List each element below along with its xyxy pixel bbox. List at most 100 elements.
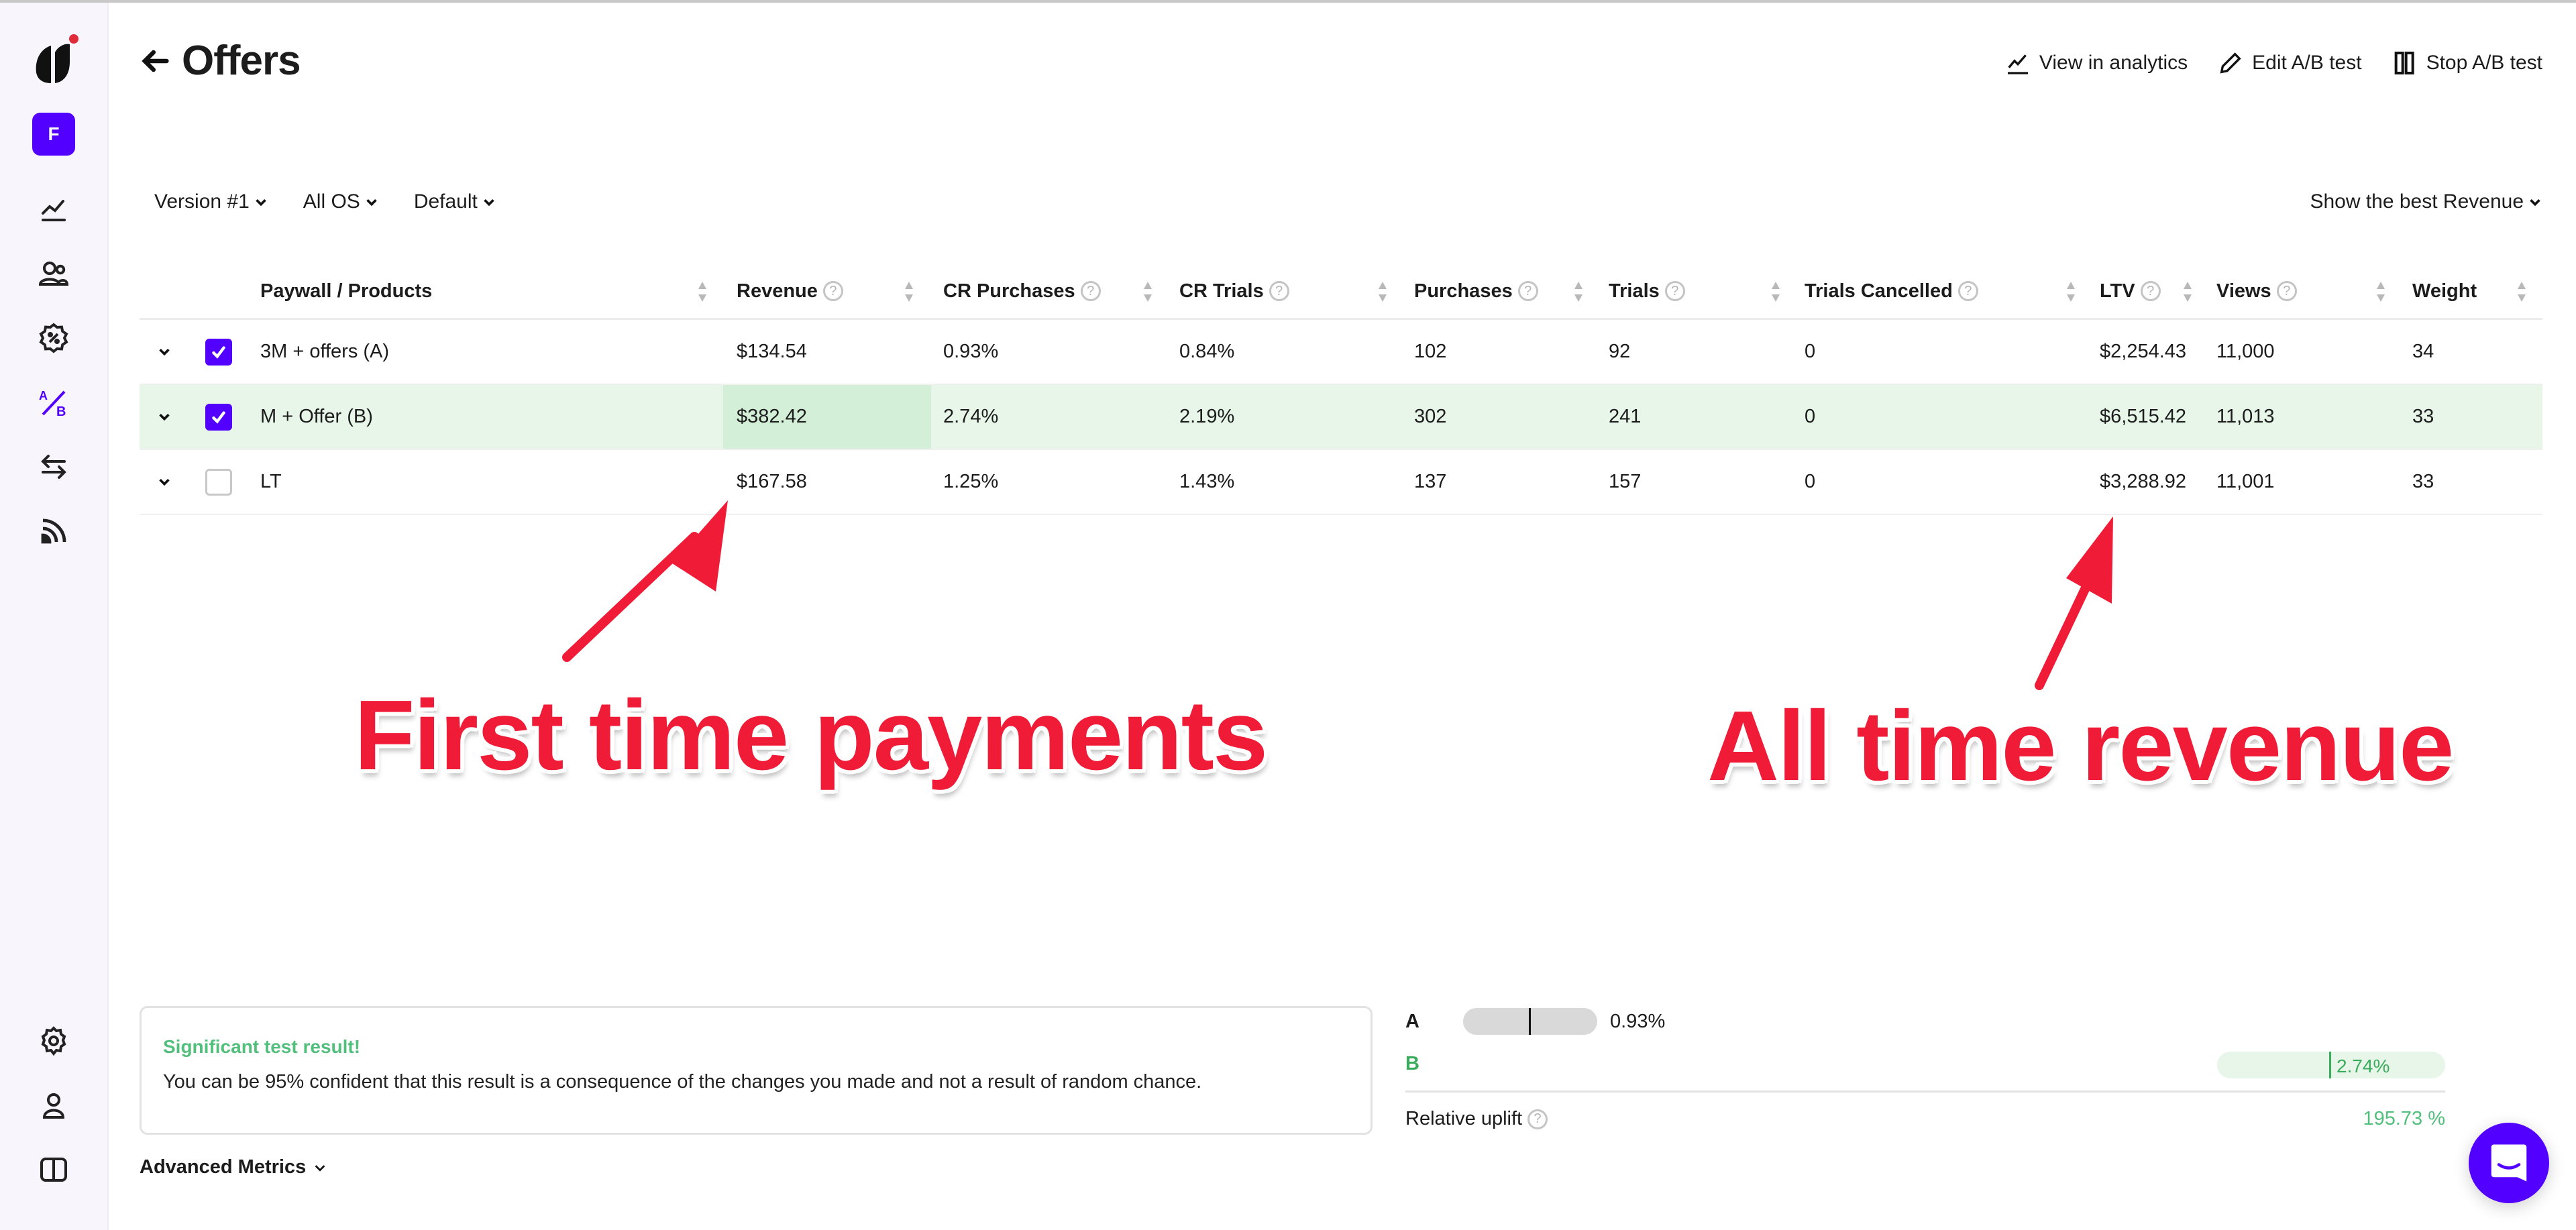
cell-cr-trials: 0.84% xyxy=(1179,341,1235,362)
user-icon xyxy=(42,1093,65,1119)
column-header[interactable]: Trials Cancelled? xyxy=(1805,264,1978,318)
table-row[interactable]: 3M + offers (A) $134.54 0.93% 0.84% 102 92 0 $2… xyxy=(140,320,2542,385)
sort-icon[interactable] xyxy=(1771,280,1780,303)
significance-card: Significant test result! You can be 95% … xyxy=(140,1006,1373,1135)
column-header[interactable]: Trials? xyxy=(1609,264,1685,318)
relative-uplift-value: 195.73 % xyxy=(2363,1108,2445,1129)
column-header-label: CR Trials xyxy=(1179,280,1264,302)
sidebar-item-analytics[interactable] xyxy=(34,189,74,229)
chevron-down-icon xyxy=(484,199,494,207)
help-icon[interactable]: ? xyxy=(1269,281,1289,301)
version-dropdown-value: Version #1 xyxy=(154,190,250,213)
help-icon[interactable]: ? xyxy=(2140,281,2161,301)
help-icon[interactable]: ? xyxy=(1957,281,1978,301)
column-header[interactable]: Weight xyxy=(2412,264,2477,318)
sidebar-item-docs[interactable] xyxy=(34,1150,74,1190)
cell-ltv: $6,515.42 xyxy=(2100,406,2187,427)
sort-icon[interactable] xyxy=(1574,280,1583,303)
variant-b-bar: 2.74% xyxy=(2217,1052,2445,1078)
variant-b-value: 2.74% xyxy=(2337,1056,2390,1076)
expand-chevron-icon[interactable] xyxy=(157,409,172,424)
relative-uplift-label: Relative uplift xyxy=(1405,1108,1523,1129)
sort-icon[interactable] xyxy=(2517,280,2526,303)
pencil-icon xyxy=(2220,52,2241,74)
column-header[interactable]: Views? xyxy=(2216,264,2297,318)
sidebar-item-transactions[interactable] xyxy=(34,447,74,487)
sort-icon[interactable] xyxy=(2376,280,2385,303)
chevron-down-icon xyxy=(366,199,377,207)
edit-ab-test-label: Edit A/B test xyxy=(2252,52,2362,74)
cell-ltv: $3,288.92 xyxy=(2100,471,2187,492)
row-checkbox[interactable] xyxy=(205,339,232,366)
help-icon[interactable]: ? xyxy=(1527,1109,1548,1129)
column-header-label: Trials xyxy=(1609,280,1660,302)
filters-bar: Version #1 All OS Default xyxy=(154,190,496,213)
os-dropdown[interactable]: All OS xyxy=(303,190,379,213)
column-header[interactable]: Purchases? xyxy=(1414,264,1538,318)
help-icon[interactable]: ? xyxy=(2276,281,2297,301)
cell-trials: 92 xyxy=(1609,341,1631,362)
view-in-analytics-button[interactable]: View in analytics xyxy=(2004,50,2188,76)
column-header[interactable]: Revenue? xyxy=(737,264,843,318)
sidebar-item-ab-tests[interactable]: AB xyxy=(34,382,74,423)
cell-cr-trials: 2.19% xyxy=(1179,406,1235,427)
cell-trials-cancelled: 0 xyxy=(1805,341,1816,362)
sort-icon[interactable] xyxy=(904,280,914,303)
chat-icon xyxy=(2491,1144,2527,1182)
sidebar-item-settings[interactable] xyxy=(34,1021,74,1061)
help-icon[interactable]: ? xyxy=(1664,281,1685,301)
sidebar-item-account[interactable] xyxy=(34,1085,74,1125)
expand-chevron-icon[interactable] xyxy=(157,474,172,489)
annotation-first-time-payments: First time payments xyxy=(354,680,1268,791)
best-metric-dropdown[interactable]: Show the best Revenue xyxy=(2310,190,2542,213)
back-arrow-icon[interactable] xyxy=(138,44,172,78)
support-chat-button[interactable] xyxy=(2469,1123,2549,1203)
expand-chevron-icon[interactable] xyxy=(157,344,172,359)
column-header[interactable]: Paywall / Products xyxy=(260,264,432,318)
os-dropdown-value: All OS xyxy=(303,190,360,213)
cell-cr-purchases: 0.93% xyxy=(943,341,999,362)
sidebar-item-events[interactable] xyxy=(34,511,74,551)
help-icon[interactable]: ? xyxy=(1080,281,1101,301)
row-checkbox[interactable] xyxy=(205,469,232,496)
cell-views: 11,001 xyxy=(2216,471,2275,492)
stop-ab-test-button[interactable]: Stop A/B test xyxy=(2392,50,2542,76)
segment-dropdown[interactable]: Default xyxy=(414,190,496,213)
gear-icon xyxy=(41,1026,66,1056)
org-avatar[interactable]: F xyxy=(32,113,75,156)
chevron-down-icon xyxy=(256,199,266,207)
column-header-label: Weight xyxy=(2412,280,2477,302)
significance-description: You can be 95% confident that this resul… xyxy=(163,1071,1202,1093)
help-icon[interactable]: ? xyxy=(1517,281,1538,301)
table-row[interactable]: M + Offer (B) $382.42 2.74% 2.19% 302 241 0 $6,… xyxy=(140,385,2542,450)
sidebar-item-promotions[interactable] xyxy=(34,318,74,358)
cell-weight: 33 xyxy=(2412,471,2434,492)
sort-icon[interactable] xyxy=(2066,280,2076,303)
book-icon xyxy=(40,1158,67,1182)
best-metric-value: Show the best Revenue xyxy=(2310,190,2524,213)
sidebar-item-profiles[interactable] xyxy=(34,254,74,294)
sort-icon[interactable] xyxy=(1378,280,1387,303)
version-dropdown[interactable]: Version #1 xyxy=(154,190,268,213)
header-actions: View in analytics Edit A/B test Stop A/B… xyxy=(2004,50,2542,76)
edit-ab-test-button[interactable]: Edit A/B test xyxy=(2217,50,2362,76)
swap-arrows-icon xyxy=(41,455,66,479)
stop-ab-test-label: Stop A/B test xyxy=(2426,52,2542,74)
app-logo-icon[interactable] xyxy=(31,32,79,86)
column-header[interactable]: CR Trials? xyxy=(1179,264,1289,318)
cell-revenue: $134.54 xyxy=(737,341,807,362)
sort-icon[interactable] xyxy=(1143,280,1152,303)
advanced-metrics-toggle[interactable]: Advanced Metrics xyxy=(140,1156,327,1178)
check-icon xyxy=(212,346,225,359)
sort-icon[interactable] xyxy=(2183,280,2192,303)
row-checkbox[interactable] xyxy=(205,404,232,431)
feed-icon xyxy=(41,518,66,544)
variant-b-marker xyxy=(2329,1052,2331,1078)
column-header[interactable]: CR Purchases? xyxy=(943,264,1101,318)
arrow-to-ltv xyxy=(2035,516,2113,690)
table-row[interactable]: LT $167.58 1.25% 1.43% 137 157 0 $3,288.92 11,00… xyxy=(140,450,2542,515)
sort-icon[interactable] xyxy=(698,280,707,303)
help-icon[interactable]: ? xyxy=(822,281,843,301)
column-header[interactable]: LTV? xyxy=(2100,264,2161,318)
view-in-analytics-label: View in analytics xyxy=(2039,52,2188,74)
